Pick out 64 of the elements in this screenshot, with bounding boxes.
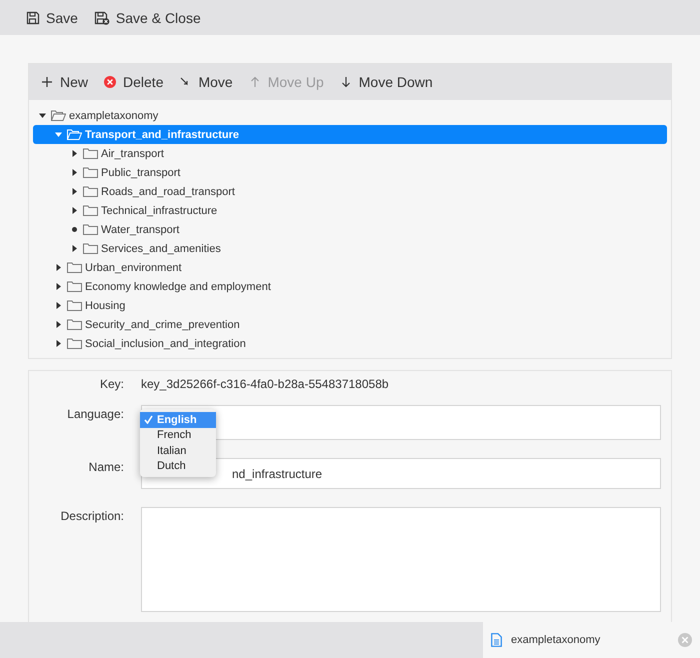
folder-icon xyxy=(83,224,98,235)
collapsed-caret-icon xyxy=(71,245,78,252)
tree-item[interactable]: Water_transport xyxy=(33,220,667,239)
tree-item[interactable]: Technical_infrastructure xyxy=(33,201,667,220)
description-field[interactable] xyxy=(141,507,661,612)
delete-button[interactable]: Delete xyxy=(98,72,170,92)
collapsed-caret-icon xyxy=(71,150,78,157)
collapsed-caret-icon xyxy=(55,321,62,328)
tree-item[interactable]: exampletaxonomy xyxy=(33,106,667,125)
folder-icon xyxy=(83,243,98,254)
close-icon xyxy=(678,633,692,647)
menu-option[interactable]: Italian xyxy=(140,443,216,458)
down-arrow-icon xyxy=(340,76,352,88)
move-button[interactable]: Move xyxy=(173,72,239,92)
open-folder-icon xyxy=(67,129,82,140)
folder-icon xyxy=(67,262,82,273)
tree-item[interactable]: Social_inclusion_and_integration xyxy=(33,334,667,353)
tree-item[interactable]: Security_and_crime_prevention xyxy=(33,315,667,334)
expanded-caret-icon xyxy=(55,131,62,138)
save-button[interactable]: Save xyxy=(20,8,84,28)
expanded-caret-icon xyxy=(39,112,46,119)
collapsed-caret-icon xyxy=(55,264,62,271)
menu-option[interactable]: French xyxy=(140,428,216,443)
folder-icon xyxy=(67,319,82,330)
tree-item[interactable]: Economy knowledge and employment xyxy=(33,277,667,296)
tree-item[interactable]: Housing xyxy=(33,296,667,315)
tab-label: exampletaxonomy xyxy=(511,634,602,646)
tree-item[interactable]: Urban_environment xyxy=(33,258,667,277)
folder-icon xyxy=(83,148,98,159)
delete-icon xyxy=(104,76,116,88)
menu-option[interactable]: Dutch xyxy=(140,458,216,474)
folder-icon xyxy=(83,167,98,178)
leaf-dot-icon xyxy=(71,226,78,233)
field-label: Language: xyxy=(66,406,124,421)
save-close-icon xyxy=(94,10,110,24)
collapsed-caret-icon xyxy=(55,302,62,309)
save-icon xyxy=(26,10,40,24)
add-icon xyxy=(41,76,53,88)
folder-icon xyxy=(67,338,82,349)
collapsed-caret-icon xyxy=(71,207,78,214)
collapsed-caret-icon xyxy=(71,169,78,176)
field-label: Name: xyxy=(88,459,124,474)
tree-item[interactable]: Public_transport xyxy=(33,163,667,182)
collapsed-caret-icon xyxy=(55,340,62,347)
folder-icon xyxy=(67,300,82,311)
tree-item[interactable]: Services_and_amenities xyxy=(33,239,667,258)
move-down-button[interactable]: Move Down xyxy=(334,72,439,92)
field-label: Key: xyxy=(98,377,124,391)
key-value: key_3d25266f-c316-4fa0-b28a-55483718058b xyxy=(141,377,389,391)
folder-icon xyxy=(83,205,98,216)
check-icon xyxy=(144,415,153,424)
new-button[interactable]: New xyxy=(35,72,94,92)
tree-item[interactable]: Transport_and_infrastructure xyxy=(33,125,667,144)
open-folder-icon xyxy=(51,110,66,121)
save-and-close-button[interactable]: Save & Close xyxy=(88,8,207,28)
collapsed-caret-icon xyxy=(55,283,62,290)
document-icon xyxy=(491,633,502,647)
collapsed-caret-icon xyxy=(71,188,78,195)
field-label: Description: xyxy=(60,508,124,523)
up-arrow-icon xyxy=(248,76,261,88)
tree-item[interactable]: Roads_and_road_transport xyxy=(33,182,667,201)
tree-item[interactable]: Air_transport xyxy=(33,144,667,163)
folder-icon xyxy=(83,186,98,197)
folder-icon xyxy=(67,281,82,292)
